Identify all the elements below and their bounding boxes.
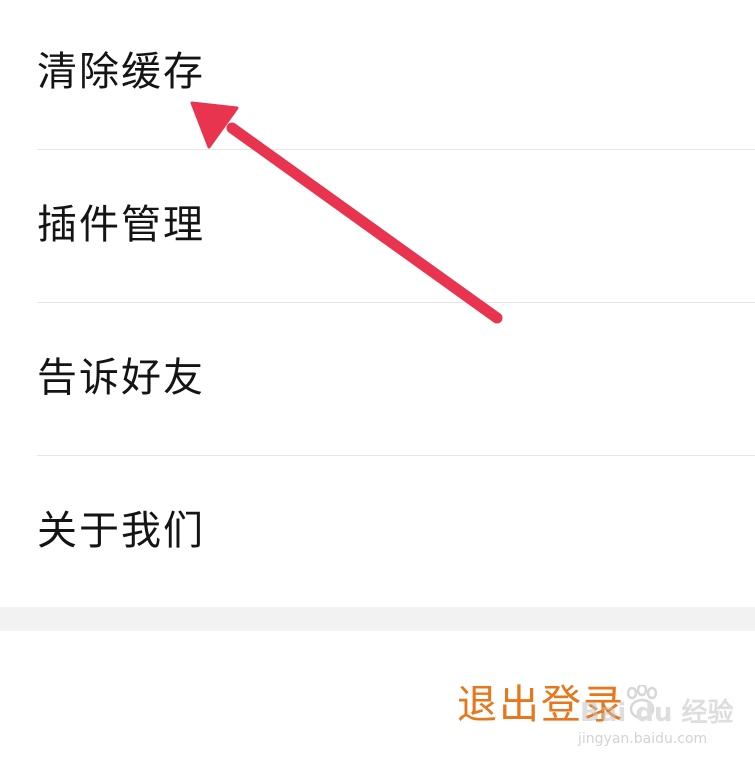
menu-item-clear-cache[interactable]: 清除缓存 bbox=[0, 0, 755, 150]
baidu-paw-logo: Bai du 经验 bbox=[580, 685, 734, 728]
menu-item-plugin-management[interactable]: 插件管理 bbox=[0, 150, 755, 303]
menu-item-about-us[interactable]: 关于我们 bbox=[0, 456, 755, 609]
menu-item-tell-friends[interactable]: 告诉好友 bbox=[0, 303, 755, 456]
settings-menu-list: 清除缓存 插件管理 告诉好友 关于我们 bbox=[0, 0, 755, 609]
menu-item-label: 关于我们 bbox=[37, 508, 205, 554]
menu-item-label: 清除缓存 bbox=[37, 49, 205, 95]
watermark-site: jingyan.baidu.com bbox=[578, 731, 708, 747]
watermark-brand: Bai du 经验 bbox=[580, 697, 734, 728]
watermark: Bai du 经验 jingyan.baidu.com bbox=[576, 685, 746, 755]
menu-item-label: 告诉好友 bbox=[37, 355, 205, 401]
menu-item-label: 插件管理 bbox=[37, 202, 205, 248]
settings-screen: 清除缓存 插件管理 告诉好友 关于我们 退出登录 Bai du 经验 jingy… bbox=[0, 0, 755, 767]
section-separator bbox=[0, 607, 755, 631]
